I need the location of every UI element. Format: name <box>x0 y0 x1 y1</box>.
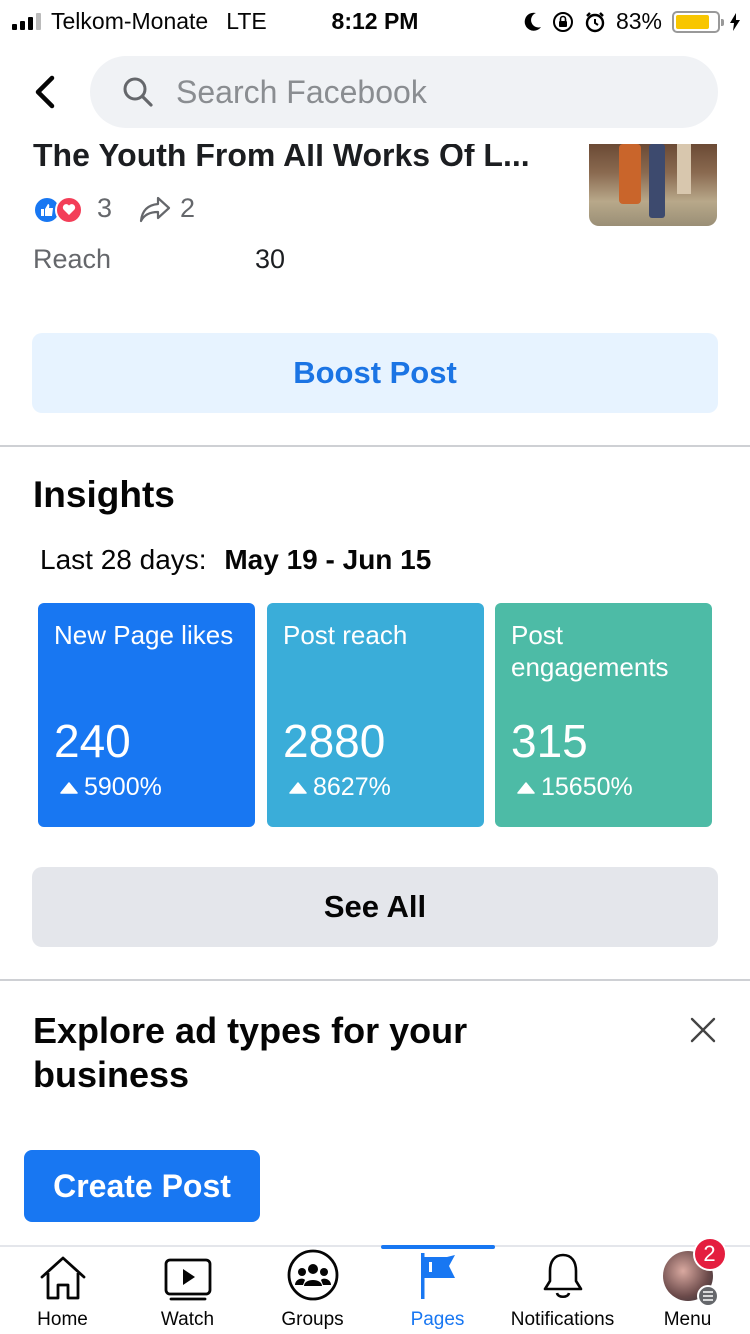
section-divider <box>0 445 750 447</box>
battery-icon <box>672 10 724 33</box>
menu-icon <box>696 1285 719 1307</box>
tab-label: Groups <box>281 1309 344 1330</box>
date-range-value: May 19 - Jun 15 <box>224 544 432 575</box>
insight-tile-page-likes[interactable]: New Page likes 240 5900% <box>38 603 255 827</box>
insight-tile-post-reach[interactable]: Post reach 2880 8627% <box>267 603 484 827</box>
rotation-lock-icon <box>552 11 573 32</box>
triangle-up-icon <box>289 781 307 794</box>
chevron-left-icon <box>35 75 55 109</box>
tab-menu[interactable]: 2 Menu <box>625 1237 750 1334</box>
date-range: Last 28 days: May 19 - Jun 15 <box>40 544 431 576</box>
tile-label: Post reach <box>283 620 408 650</box>
date-range-label: Last 28 days: <box>40 544 207 575</box>
insight-tile-post-engagements[interactable]: Post engagements 315 15650% <box>495 603 712 827</box>
bottom-tab-bar: Home Watch Groups Pages Notifications 2 <box>0 1237 750 1334</box>
search-bar[interactable] <box>90 56 718 128</box>
reach-label: Reach <box>33 244 112 274</box>
tile-value: 315 <box>511 715 588 767</box>
tab-notifications[interactable]: Notifications <box>500 1247 625 1334</box>
tile-change-value: 15650% <box>541 773 633 801</box>
tile-change: 15650% <box>511 773 696 802</box>
share-icon <box>139 196 171 222</box>
groups-icon <box>287 1249 338 1301</box>
tab-label: Home <box>37 1309 88 1330</box>
moon-icon <box>524 12 541 31</box>
status-bar: Telkom-Monate LTE 8:12 PM 83% <box>0 0 750 40</box>
post-stats: 3 2 <box>33 193 195 224</box>
tile-change: 8627% <box>283 773 468 802</box>
tile-label: New Page likes <box>54 620 234 650</box>
battery-percent: 83% <box>615 8 662 34</box>
tile-label: Post engagements <box>511 620 669 682</box>
home-icon <box>40 1256 85 1300</box>
share-stat: 2 <box>138 193 195 224</box>
tab-label: Pages <box>410 1309 465 1330</box>
section-divider <box>0 979 750 981</box>
tab-home[interactable]: Home <box>0 1247 125 1334</box>
post-thumbnail[interactable] <box>589 144 717 226</box>
tile-change: 5900% <box>54 773 239 802</box>
reach-value: 30 <box>255 244 286 274</box>
flag-icon <box>420 1253 455 1299</box>
tab-watch[interactable]: Watch <box>125 1247 250 1334</box>
reaction-icons <box>33 194 89 224</box>
back-button[interactable] <box>24 70 64 114</box>
explore-ads-title: Explore ad types for your business <box>33 1010 468 1095</box>
see-all-button[interactable]: See All <box>32 867 718 947</box>
tile-value: 240 <box>54 715 131 767</box>
close-icon <box>690 1017 716 1043</box>
tile-change-value: 5900% <box>84 773 162 801</box>
search-header <box>0 40 750 144</box>
tab-label: Notifications <box>510 1309 615 1330</box>
tile-value: 2880 <box>283 715 386 767</box>
triangle-up-icon <box>517 781 535 794</box>
insights-title: Insights <box>33 474 175 515</box>
tab-groups[interactable]: Groups <box>250 1247 375 1334</box>
search-input[interactable] <box>176 73 656 111</box>
close-button[interactable] <box>686 1013 720 1047</box>
watch-icon <box>164 1258 211 1301</box>
alarm-icon <box>585 11 605 32</box>
battery-fill <box>676 14 710 29</box>
bell-icon <box>543 1253 582 1299</box>
reaction-count: 3 <box>97 193 113 223</box>
triangle-up-icon <box>60 781 78 794</box>
reach-row: Reach 30 <box>33 244 285 275</box>
tab-label: Watch <box>160 1309 215 1330</box>
tab-label: Menu <box>663 1309 712 1330</box>
status-right: 83% <box>524 8 740 35</box>
tile-change-value: 8627% <box>313 773 391 801</box>
notification-badge: 2 <box>692 1237 727 1271</box>
avatar: 2 <box>662 1237 727 1307</box>
tab-pages[interactable]: Pages <box>375 1247 500 1334</box>
search-icon <box>123 77 153 107</box>
share-count: 2 <box>180 193 196 223</box>
create-post-button[interactable]: Create Post <box>24 1150 260 1222</box>
boost-post-button[interactable]: Boost Post <box>32 333 718 413</box>
love-reaction-icon <box>55 195 83 224</box>
charging-icon <box>730 12 740 31</box>
